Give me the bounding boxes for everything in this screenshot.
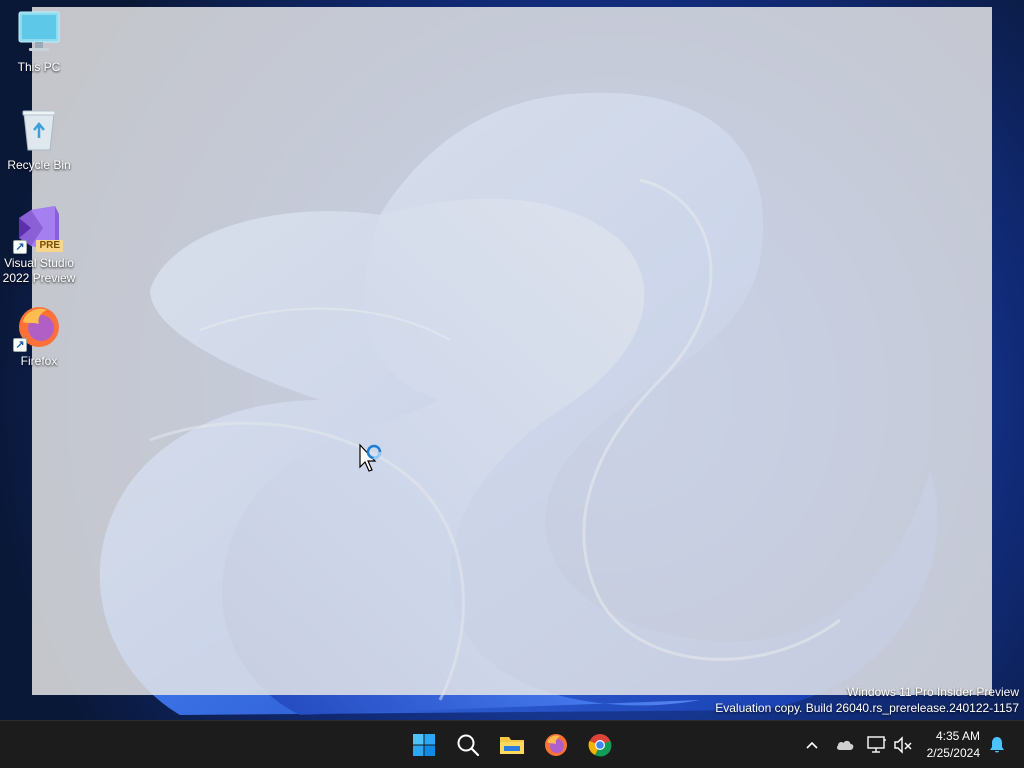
notification-bell-icon xyxy=(990,737,1004,753)
visual-studio-icon: PRE ↗ xyxy=(13,204,63,254)
volume-muted-icon xyxy=(894,736,912,754)
network-icon xyxy=(867,736,886,753)
evaluation-watermark: Windows 11 Pro Insider Preview Evaluatio… xyxy=(715,684,1019,716)
network-button[interactable] xyxy=(866,721,888,768)
search-icon xyxy=(457,734,480,757)
desktop-icon-label: Firefox xyxy=(20,354,58,368)
desktop-icon-label: Visual Studio 2022 Preview xyxy=(2,256,76,285)
file-explorer-icon xyxy=(500,737,524,754)
volume-button[interactable] xyxy=(892,721,914,768)
busy-cursor-icon xyxy=(358,443,384,477)
firefox-icon: ↗ xyxy=(13,302,63,352)
start-button[interactable] xyxy=(406,727,442,763)
clock-time: 4:35 AM xyxy=(935,729,980,743)
blank-app-window[interactable] xyxy=(32,7,992,695)
watermark-line-2: Evaluation copy. Build 26040.rs_prerelea… xyxy=(715,701,1019,715)
firefox-taskbar-button[interactable] xyxy=(538,727,574,763)
desktop-icon-recycle-bin[interactable]: Recycle Bin xyxy=(0,106,78,173)
shortcut-arrow-icon: ↗ xyxy=(13,240,27,254)
search-button[interactable] xyxy=(450,727,486,763)
windows-start-icon xyxy=(413,734,435,756)
taskbar: 4:35 AM 2/25/2024 xyxy=(0,720,1024,768)
chevron-up-icon xyxy=(806,741,818,749)
notifications-button[interactable] xyxy=(986,721,1008,768)
preview-badge: PRE xyxy=(36,240,63,252)
desktop-icon-this-pc[interactable]: This PC xyxy=(0,8,78,75)
desktop-icon-label: This PC xyxy=(17,60,61,74)
shortcut-arrow-icon: ↗ xyxy=(13,338,27,352)
show-hidden-icons-button[interactable] xyxy=(802,721,822,768)
chrome-taskbar-button[interactable] xyxy=(582,727,618,763)
taskbar-clock[interactable]: 4:35 AM 2/25/2024 xyxy=(927,728,980,762)
monitor-icon xyxy=(15,8,63,56)
chrome-icon xyxy=(588,734,612,757)
recycle-bin-icon xyxy=(15,106,63,154)
desktop-icon-label: Recycle Bin xyxy=(7,158,71,172)
clock-date: 2/25/2024 xyxy=(926,746,980,760)
watermark-line-1: Windows 11 Pro Insider Preview xyxy=(847,685,1019,699)
onedrive-cloud-icon xyxy=(836,740,854,750)
desktop-icon-visual-studio-2022-preview[interactable]: PRE ↗ Visual Studio 2022 Preview xyxy=(0,204,78,286)
file-explorer-button[interactable] xyxy=(494,727,530,763)
firefox-icon xyxy=(545,734,567,756)
desktop-icon-firefox[interactable]: ↗ Firefox xyxy=(0,302,78,369)
onedrive-button[interactable] xyxy=(834,721,856,768)
